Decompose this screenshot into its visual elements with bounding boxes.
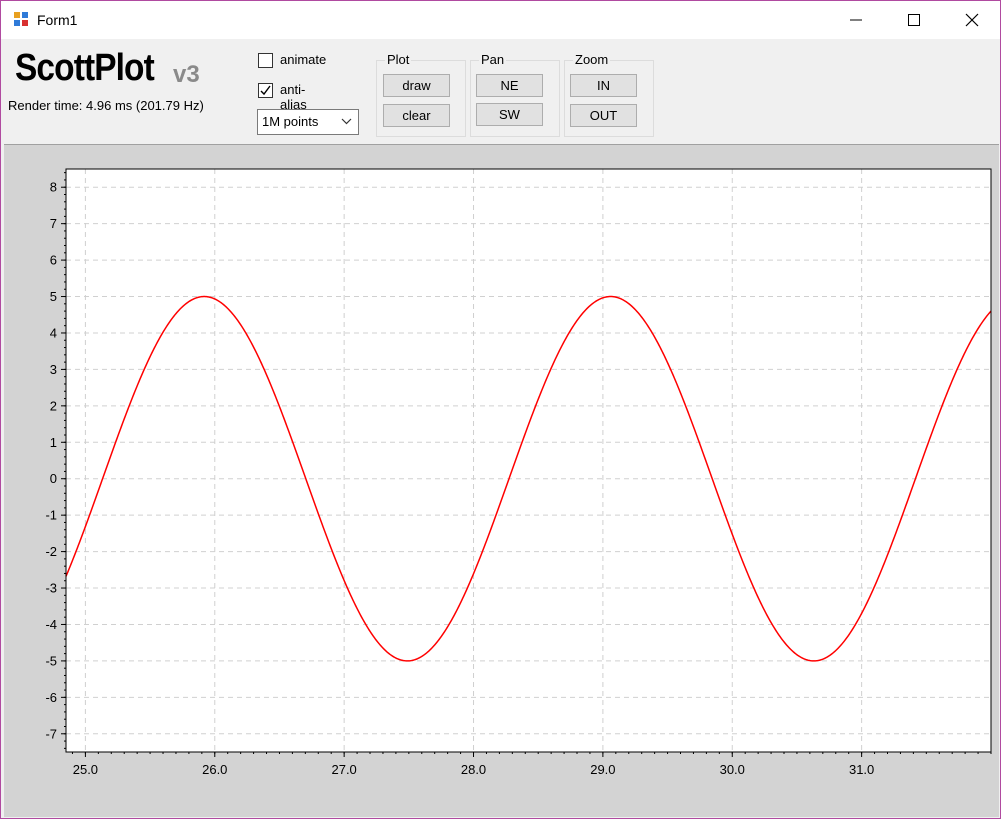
anti-alias-checkbox[interactable] [258, 83, 273, 98]
pan-sw-button[interactable]: SW [476, 103, 543, 126]
draw-button[interactable]: draw [383, 74, 450, 97]
scottplot-logo: ScottPlot v3 [15, 47, 200, 93]
x-tick-label: 26.0 [202, 762, 227, 777]
x-tick-label: 30.0 [720, 762, 745, 777]
animate-label: animate [280, 52, 327, 67]
y-tick-label: -2 [45, 544, 57, 559]
pan-ne-button[interactable]: NE [476, 74, 543, 97]
y-tick-label: 7 [50, 216, 57, 231]
y-tick-label: -6 [45, 690, 57, 705]
plot-group-title: Plot [385, 52, 412, 67]
y-tick-label: 0 [50, 471, 57, 486]
y-tick-label: -7 [45, 726, 57, 741]
minimize-button[interactable] [827, 1, 885, 39]
y-tick-label: -3 [45, 581, 57, 596]
x-tick-label: 29.0 [590, 762, 615, 777]
logo-version: v3 [173, 61, 200, 88]
render-time-label: Render time: 4.96 ms (201.79 Hz) [8, 98, 204, 113]
zoom-group: Zoom IN OUT [564, 52, 654, 137]
anti-alias-label: anti-alias [280, 82, 307, 112]
y-tick-label: 6 [50, 253, 57, 268]
chevron-down-icon [341, 118, 352, 125]
maximize-icon [908, 14, 920, 26]
plot-group: Plot draw clear [376, 52, 466, 137]
points-dropdown-value: 1M points [262, 114, 319, 129]
window-title: Form1 [37, 12, 78, 28]
y-tick-label: -1 [45, 508, 57, 523]
plot-area [65, 168, 992, 753]
title-bar[interactable]: Form1 [1, 1, 1000, 39]
x-tick-label: 25.0 [73, 762, 98, 777]
zoom-out-button[interactable]: OUT [570, 104, 637, 127]
close-icon [965, 13, 979, 27]
main-window: Form1 ScottPlot v3 Render time: 4.96 ms … [0, 0, 1001, 819]
pan-group: Pan NE SW [470, 52, 560, 137]
checkmark-icon [260, 85, 271, 96]
pan-group-title: Pan [479, 52, 507, 67]
y-tick-label: 3 [50, 362, 57, 377]
plot-panel[interactable]: 25.0 26.0 27.0 28.0 29.0 30.0 31.0 8 7 6 5 4 3 2 1 0 -1 -… [4, 144, 999, 817]
y-tick-label: -4 [45, 617, 57, 632]
points-dropdown[interactable]: 1M points [257, 109, 359, 135]
animate-checkbox[interactable] [258, 53, 273, 68]
app-form-icon [14, 12, 28, 26]
y-tick-label: 1 [50, 435, 57, 450]
y-tick-label: 2 [50, 398, 57, 413]
x-tick-label: 31.0 [849, 762, 874, 777]
y-tick-label: 5 [50, 289, 57, 304]
sine-chart[interactable]: 25.0 26.0 27.0 28.0 29.0 30.0 31.0 8 7 6 5 4 3 2 1 0 -1 -… [4, 145, 999, 817]
clear-button[interactable]: clear [383, 104, 450, 127]
y-tick-label: -5 [45, 653, 57, 668]
x-tick-label: 28.0 [461, 762, 486, 777]
zoom-group-title: Zoom [573, 52, 611, 67]
y-tick-label: 8 [50, 180, 57, 195]
logo-text: ScottPlot [15, 47, 155, 89]
minimize-icon [850, 19, 862, 21]
zoom-in-button[interactable]: IN [570, 74, 637, 97]
maximize-button[interactable] [885, 1, 943, 39]
y-tick-label: 4 [50, 325, 57, 340]
close-button[interactable] [943, 1, 1000, 39]
x-tick-label: 27.0 [331, 762, 356, 777]
